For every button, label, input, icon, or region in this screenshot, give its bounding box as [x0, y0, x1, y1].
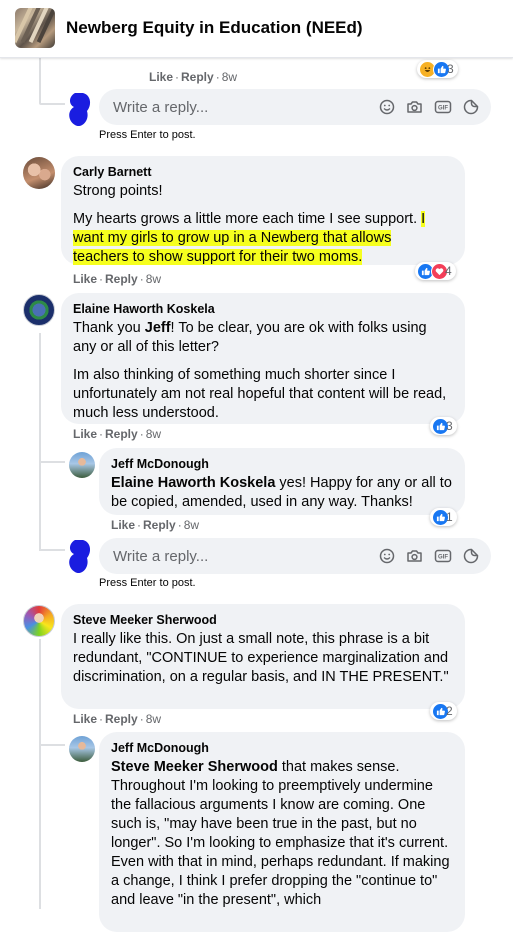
- thread-line: [41, 744, 65, 746]
- reply-composer: GIF: [99, 89, 491, 125]
- avatar[interactable]: [23, 157, 55, 189]
- redaction-scribble: [69, 93, 91, 127]
- reaction-summary[interactable]: 2: [430, 702, 457, 720]
- thread-line: [39, 57, 41, 105]
- mention-link[interactable]: Elaine Haworth Koskela: [111, 475, 275, 491]
- reply-link[interactable]: Reply: [105, 712, 138, 726]
- author-name[interactable]: Steve Meeker Sherwood: [73, 612, 453, 629]
- comment-actions: Like · Reply · 8w: [73, 272, 162, 286]
- thread-line: [41, 549, 65, 551]
- highlighted-text: want my girls to grow up in a Newberg th…: [73, 230, 392, 246]
- comment-text: My hearts grows a little more each time …: [73, 211, 426, 265]
- comment-actions: Like · Reply · 8w: [149, 70, 238, 84]
- redaction-scribble: [69, 540, 91, 574]
- timestamp: 8w: [145, 427, 162, 441]
- reaction-summary[interactable]: 3: [430, 417, 457, 435]
- comment-bubble: Jeff McDonough Elaine Haworth Koskela ye…: [99, 448, 465, 515]
- comment-text: Elaine Haworth Koskela yes! Happy for an…: [111, 475, 452, 510]
- avatar[interactable]: [69, 736, 95, 762]
- like-link[interactable]: Like: [111, 518, 135, 532]
- comment-text: I really like this. On just a small note…: [73, 631, 449, 685]
- press-enter-hint: Press Enter to post.: [99, 129, 196, 141]
- reaction-count: 2: [446, 704, 453, 718]
- comment-actions: Like · Reply · 8w: [73, 427, 162, 441]
- group-header: Newberg Equity in Education (NEEd): [0, 0, 513, 58]
- thread-line: [39, 639, 41, 909]
- press-enter-hint: Press Enter to post.: [99, 577, 196, 589]
- mention-link[interactable]: Steve Meeker Sherwood: [111, 759, 278, 775]
- avatar[interactable]: [23, 605, 55, 637]
- timestamp: 8w: [221, 70, 238, 84]
- reaction-count: 3: [447, 62, 454, 76]
- comment-text: Strong points!: [73, 183, 163, 199]
- mention-link[interactable]: Jeff: [145, 320, 171, 336]
- author-name[interactable]: Jeff McDonough: [111, 740, 453, 757]
- gif-icon[interactable]: GIF: [434, 99, 452, 115]
- comment-actions: Like · Reply · 8w: [111, 518, 200, 532]
- like-link[interactable]: Like: [73, 427, 97, 441]
- highlighted-text: I: [421, 211, 426, 227]
- comment-text: Im also thinking of something much short…: [73, 367, 447, 421]
- thread-line: [39, 333, 41, 551]
- comment-bubble: Elaine Haworth Koskela Thank you Jeff! T…: [61, 293, 465, 424]
- highlighted-text: teachers to show support for their two m…: [73, 249, 363, 265]
- author-name[interactable]: Elaine Haworth Koskela: [73, 301, 453, 318]
- gif-icon[interactable]: GIF: [434, 548, 452, 564]
- reply-input[interactable]: [111, 97, 379, 117]
- emoji-icon[interactable]: [379, 99, 395, 115]
- reaction-count: 1: [446, 510, 453, 524]
- svg-text:GIF: GIF: [438, 555, 448, 561]
- thread-line: [41, 103, 65, 105]
- timestamp: 8w: [183, 518, 200, 532]
- like-link[interactable]: Like: [73, 272, 97, 286]
- reaction-summary[interactable]: 4: [415, 262, 456, 280]
- reply-composer: GIF: [99, 538, 491, 574]
- camera-icon[interactable]: [406, 548, 423, 564]
- reaction-summary[interactable]: 3: [417, 60, 458, 78]
- author-name[interactable]: Jeff McDonough: [111, 456, 453, 473]
- comment-text: Thank you Jeff! To be clear, you are ok …: [73, 320, 427, 355]
- emoji-icon[interactable]: [379, 548, 395, 564]
- avatar[interactable]: [23, 294, 55, 326]
- camera-icon[interactable]: [406, 99, 423, 115]
- reply-input[interactable]: [111, 546, 379, 566]
- comment-text: Steve Meeker Sherwood that makes sense. …: [111, 759, 450, 908]
- reply-link[interactable]: Reply: [143, 518, 176, 532]
- sticker-icon[interactable]: [463, 99, 479, 115]
- thread-line: [41, 461, 65, 463]
- reaction-count: 4: [445, 264, 452, 278]
- svg-text:GIF: GIF: [438, 106, 448, 112]
- author-name[interactable]: Carly Barnett: [73, 164, 453, 181]
- comment-actions: Like · Reply · 8w: [73, 712, 162, 726]
- comment-bubble: Steve Meeker Sherwood I really like this…: [61, 604, 465, 709]
- group-title[interactable]: Newberg Equity in Education (NEEd): [66, 18, 363, 38]
- avatar[interactable]: [69, 452, 95, 478]
- comment-thread: Like·Reply·8w 3 GIF Press Enter to post.…: [0, 57, 513, 932]
- like-link[interactable]: Like: [149, 70, 173, 84]
- like-link[interactable]: Like: [73, 712, 97, 726]
- reaction-count: 3: [446, 419, 453, 433]
- sticker-icon[interactable]: [463, 548, 479, 564]
- timestamp: 8w: [145, 272, 162, 286]
- reply-link[interactable]: Reply: [105, 427, 138, 441]
- reply-link[interactable]: Reply: [105, 272, 138, 286]
- reaction-summary[interactable]: 1: [430, 508, 457, 526]
- reply-link[interactable]: Reply: [181, 70, 214, 84]
- comment-bubble: Jeff McDonough Steve Meeker Sherwood tha…: [99, 732, 465, 932]
- comment-bubble: Carly Barnett Strong points! My hearts g…: [61, 156, 465, 265]
- timestamp: 8w: [145, 712, 162, 726]
- group-avatar[interactable]: [15, 8, 55, 48]
